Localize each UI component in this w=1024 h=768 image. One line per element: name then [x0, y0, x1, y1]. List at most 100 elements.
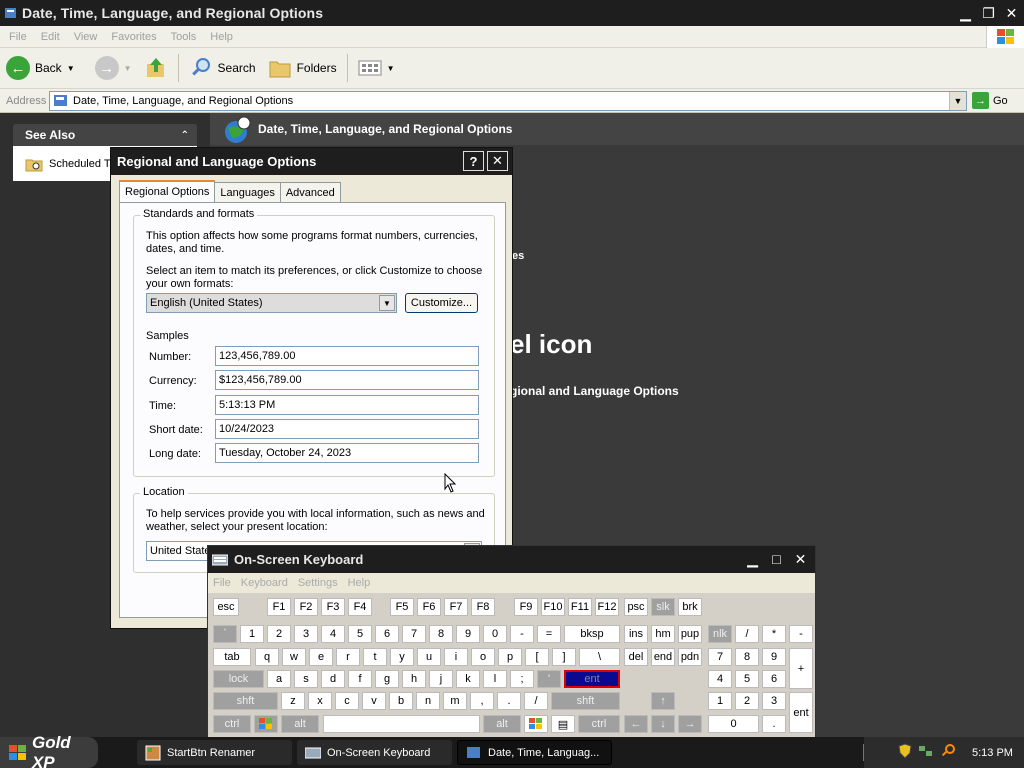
key-v[interactable]: v: [362, 692, 386, 710]
key-numpad-0[interactable]: 0: [708, 715, 759, 733]
key-slk[interactable]: slk: [651, 598, 675, 616]
key-right-shift[interactable]: shft: [551, 692, 620, 710]
key-y[interactable]: y: [390, 648, 414, 666]
forward-button[interactable]: → ▼: [81, 52, 138, 84]
osk-maximize-button[interactable]: □: [766, 549, 787, 569]
key-pdn[interactable]: pdn: [678, 648, 702, 666]
key-3[interactable]: 3: [294, 625, 318, 643]
key-f10[interactable]: F10: [541, 598, 565, 616]
osk-menu-settings[interactable]: Settings: [293, 577, 343, 589]
osk-menu-keyboard[interactable]: Keyboard: [236, 577, 293, 589]
key-ins[interactable]: ins: [624, 625, 648, 643]
key-numpad-multiply[interactable]: *: [762, 625, 786, 643]
key-quote[interactable]: ': [537, 670, 561, 688]
key-f6[interactable]: F6: [417, 598, 441, 616]
key-t[interactable]: t: [363, 648, 387, 666]
menu-favorites[interactable]: Favorites: [104, 31, 163, 43]
key-d[interactable]: d: [321, 670, 345, 688]
key-4[interactable]: 4: [321, 625, 345, 643]
address-dropdown-button[interactable]: ▼: [949, 92, 966, 110]
key-8[interactable]: 8: [429, 625, 453, 643]
key-numpad-plus[interactable]: +: [789, 648, 813, 689]
key-numpad-divide[interactable]: /: [735, 625, 759, 643]
key-c[interactable]: c: [335, 692, 359, 710]
search-button[interactable]: Search: [183, 52, 262, 84]
key-left-ctrl[interactable]: ctrl: [213, 715, 251, 733]
key-numpad-enter[interactable]: ent: [789, 692, 813, 733]
key-numpad-2[interactable]: 2: [735, 692, 759, 710]
taskbar-item-startbtn-renamer[interactable]: StartBtn Renamer: [137, 740, 292, 765]
key-z[interactable]: z: [281, 692, 305, 710]
key-f1[interactable]: F1: [267, 598, 291, 616]
key-7[interactable]: 7: [402, 625, 426, 643]
arrow-left-icon[interactable]: ←: [624, 715, 648, 733]
key-e[interactable]: e: [309, 648, 333, 666]
key-r[interactable]: r: [336, 648, 360, 666]
views-button[interactable]: ▼: [352, 52, 401, 84]
tab-regional-options[interactable]: Regional Options: [119, 180, 216, 202]
clock[interactable]: 5:13 PM: [972, 747, 1013, 759]
key-slash[interactable]: /: [524, 692, 548, 710]
key-backslash[interactable]: \: [579, 648, 620, 666]
key-g[interactable]: g: [375, 670, 399, 688]
key-bksp[interactable]: bksp: [564, 625, 620, 643]
osk-menu-file[interactable]: File: [208, 577, 236, 589]
key-right-windows[interactable]: [524, 715, 548, 733]
key-hm[interactable]: hm: [651, 625, 675, 643]
menu-tools[interactable]: Tools: [164, 31, 204, 43]
key-u[interactable]: u: [417, 648, 441, 666]
key-s[interactable]: s: [294, 670, 318, 688]
key-m[interactable]: m: [443, 692, 467, 710]
key-numpad-9[interactable]: 9: [762, 648, 786, 666]
key-enter-selected[interactable]: ent: [564, 670, 620, 688]
start-button[interactable]: Gold XP: [0, 733, 98, 768]
menu-help[interactable]: Help: [203, 31, 240, 43]
chevron-down-icon[interactable]: ▼: [379, 295, 395, 311]
key-minus[interactable]: -: [510, 625, 534, 643]
taskbar-item-on-screen-keyboard[interactable]: On-Screen Keyboard: [297, 740, 452, 765]
key-right-ctrl[interactable]: ctrl: [578, 715, 620, 733]
osk-close-button[interactable]: ✕: [790, 549, 811, 569]
key-numpad-8[interactable]: 8: [735, 648, 759, 666]
osk-menu-help[interactable]: Help: [343, 577, 376, 589]
menu-edit[interactable]: Edit: [34, 31, 67, 43]
go-button[interactable]: → Go: [972, 92, 1008, 109]
taskbar-item-date-time[interactable]: Date, Time, Languag...: [457, 740, 612, 765]
key-f12[interactable]: F12: [595, 598, 619, 616]
key-9[interactable]: 9: [456, 625, 480, 643]
key-p[interactable]: p: [498, 648, 522, 666]
key-5[interactable]: 5: [348, 625, 372, 643]
key-del[interactable]: del: [624, 648, 648, 666]
network-icon[interactable]: [918, 744, 934, 761]
key-left-shift[interactable]: shft: [213, 692, 278, 710]
key-backtick[interactable]: `: [213, 625, 237, 643]
help-button[interactable]: ?: [463, 151, 484, 171]
maximize-button[interactable]: ❐: [978, 3, 999, 23]
key-6[interactable]: 6: [375, 625, 399, 643]
key-f7[interactable]: F7: [444, 598, 468, 616]
key-esc[interactable]: esc: [213, 598, 239, 616]
key-end[interactable]: end: [651, 648, 675, 666]
key-numpad-decimal[interactable]: .: [762, 715, 786, 733]
format-select[interactable]: English (United States) ▼: [146, 293, 397, 313]
key-numpad-3[interactable]: 3: [762, 692, 786, 710]
key-numpad-7[interactable]: 7: [708, 648, 732, 666]
osk-titlebar[interactable]: On-Screen Keyboard ▁ □ ✕: [208, 546, 815, 573]
key-left-bracket[interactable]: [: [525, 648, 549, 666]
key-semicolon[interactable]: ;: [510, 670, 534, 688]
key-left-windows[interactable]: [254, 715, 278, 733]
scheduled-tasks-link[interactable]: Scheduled Ta: [49, 158, 115, 170]
dialog-titlebar[interactable]: Regional and Language Options ? ✕: [111, 148, 512, 175]
key-f9[interactable]: F9: [514, 598, 538, 616]
key-f4[interactable]: F4: [348, 598, 372, 616]
key-numpad-minus[interactable]: -: [789, 625, 813, 643]
key-f2[interactable]: F2: [294, 598, 318, 616]
osk-minimize-button[interactable]: ▁: [742, 549, 763, 569]
key-equals[interactable]: =: [537, 625, 561, 643]
key-numpad-5[interactable]: 5: [735, 670, 759, 688]
key-right-bracket[interactable]: ]: [552, 648, 576, 666]
key-numpad-6[interactable]: 6: [762, 670, 786, 688]
key-tab[interactable]: tab: [213, 648, 251, 666]
tab-advanced[interactable]: Advanced: [279, 182, 341, 202]
customize-button[interactable]: Customize...: [405, 293, 478, 313]
